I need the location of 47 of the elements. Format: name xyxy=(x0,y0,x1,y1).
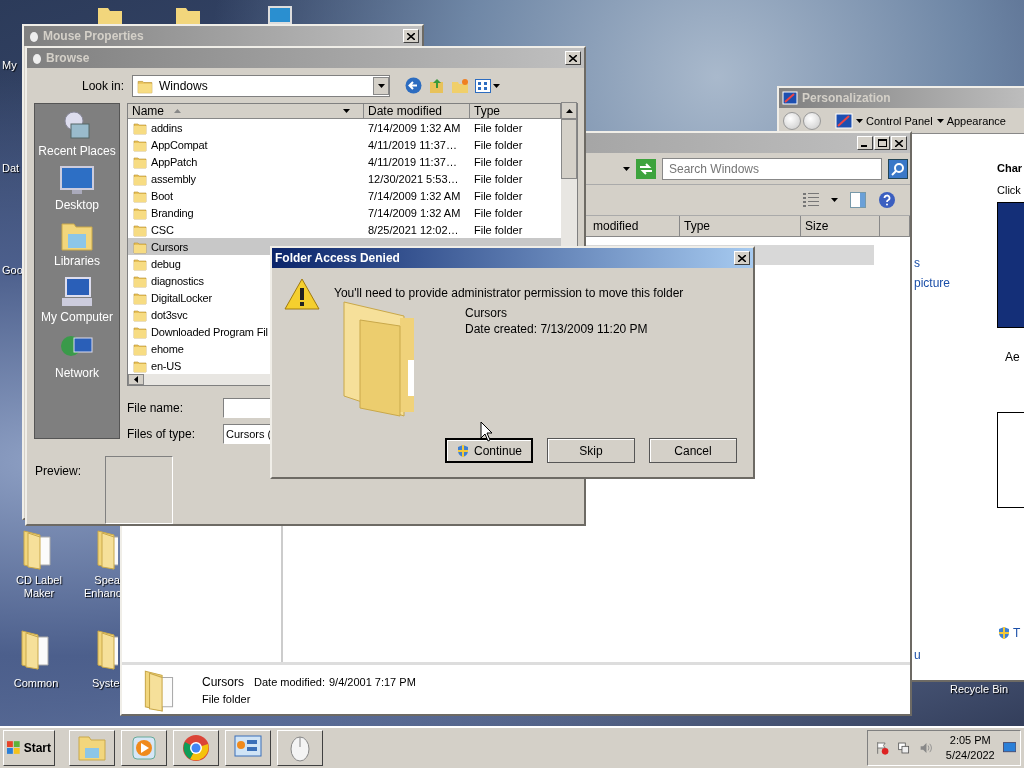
intro-text: Click xyxy=(997,184,1021,196)
file-name: en-US xyxy=(151,359,182,372)
date-label: Date modified: xyxy=(254,675,325,688)
file-date: 7/14/2009 1:32 AM xyxy=(367,206,462,219)
window-title: Personalization xyxy=(802,91,892,105)
page-heading: Char xyxy=(997,162,1023,174)
file-type: File folder xyxy=(473,172,524,185)
file-type: File folder xyxy=(473,223,524,236)
file-type: File folder xyxy=(473,121,524,134)
file-type: File folder xyxy=(473,155,524,168)
file-name: DigitalLocker xyxy=(151,291,212,304)
preview-label: Preview: xyxy=(35,464,81,480)
item-name: Cursors xyxy=(202,674,244,689)
file-name: diagnostics xyxy=(151,274,204,287)
file-type: File folder xyxy=(473,189,524,202)
folder-name: Cursors xyxy=(465,306,508,320)
file-date: 4/11/2019 11:37… xyxy=(367,155,458,168)
file-name: addins xyxy=(151,121,183,134)
dialog-message: You'll need to provide administrator permission to move this folder xyxy=(334,286,684,302)
file-name: Branding xyxy=(151,206,194,219)
theme-label: Ae xyxy=(1005,350,1020,364)
file-date: 4/11/2019 11:37… xyxy=(367,138,458,151)
window-title: Folder Access Denied xyxy=(275,251,401,265)
file-date: 7/14/2009 1:32 AM xyxy=(367,189,462,202)
file-date: 7/14/2009 1:32 AM xyxy=(367,121,462,134)
file-date: 12/30/2021 5:53… xyxy=(367,172,460,185)
file-name: dot3svc xyxy=(151,308,188,321)
file-name: Cursors xyxy=(151,240,189,253)
file-name: AppPatch xyxy=(151,155,198,168)
window-title: Browse xyxy=(46,51,91,65)
file-date: 8/25/2021 12:02… xyxy=(367,223,460,236)
file-name: ehome xyxy=(151,342,184,355)
file-name: debug xyxy=(151,257,181,270)
file-type: File folder xyxy=(473,206,524,219)
window-title: Mouse Properties xyxy=(43,29,145,43)
file-type-label: Files of type: xyxy=(127,427,197,441)
date-value: 9/4/2001 7:17 PM xyxy=(328,675,416,688)
folder-date: Date created: 7/13/2009 11:20 PM xyxy=(465,322,648,336)
file-name: AppCompat xyxy=(151,138,208,151)
file-name-label: File name: xyxy=(127,401,185,415)
file-name: Downloaded Program Fil xyxy=(151,325,268,338)
file-name: assembly xyxy=(151,172,196,185)
item-type: File folder xyxy=(202,692,252,705)
file-name: Boot xyxy=(151,189,173,202)
file-type: File folder xyxy=(473,138,524,151)
look-in-label: Look in: xyxy=(82,78,126,93)
file-name: CSC xyxy=(151,223,174,236)
